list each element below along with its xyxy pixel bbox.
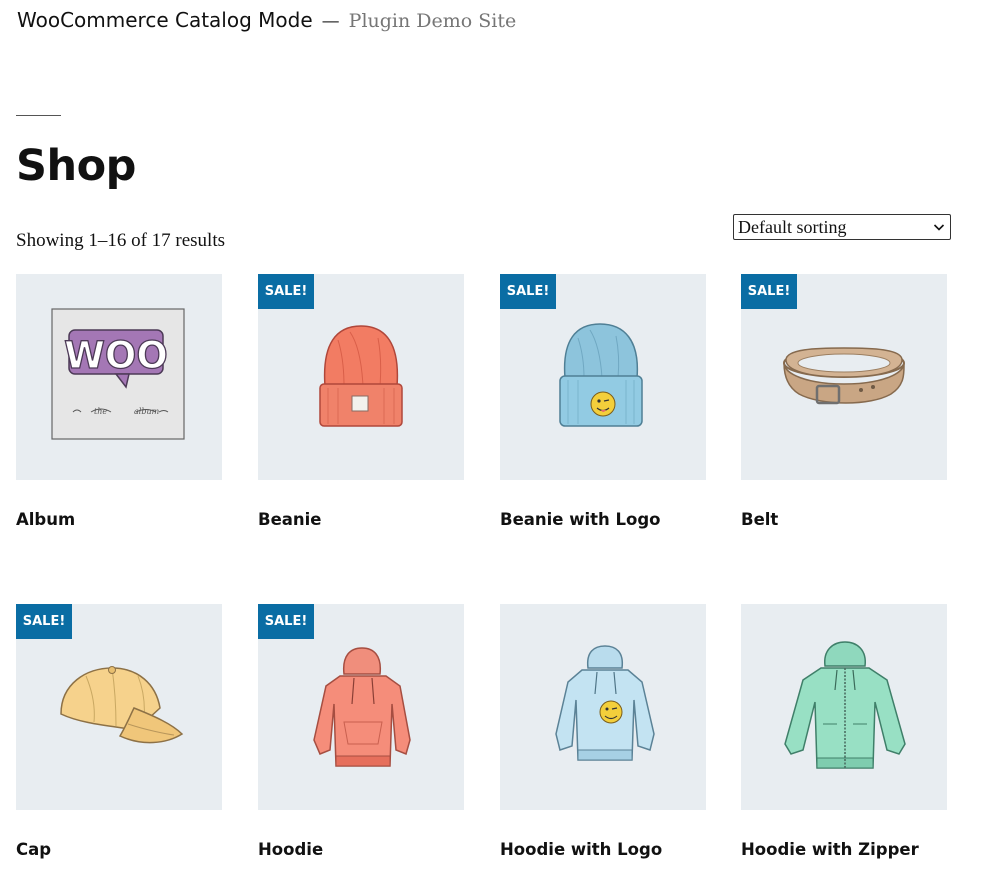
product-thumbnail[interactable]	[500, 604, 706, 810]
product-thumbnail[interactable]: SALE!	[258, 274, 464, 480]
product-thumbnail[interactable]: SALE!	[500, 274, 706, 480]
product-thumbnail[interactable]	[741, 604, 947, 810]
page-title: Shop	[16, 141, 136, 191]
product-thumbnail[interactable]: SALE!	[16, 604, 222, 810]
hoodie-logo-icon	[555, 645, 655, 761]
site-branding: WooCommerce Catalog Mode — Plugin Demo S…	[17, 8, 516, 36]
product-title[interactable]: Hoodie with Logo	[500, 840, 662, 859]
product-title[interactable]: Belt	[741, 510, 778, 529]
sort-select[interactable]: Default sorting	[733, 214, 951, 240]
sale-badge: SALE!	[16, 604, 72, 639]
product-title[interactable]: Hoodie	[258, 840, 323, 859]
sort-selected-value: Default sorting	[738, 216, 847, 237]
sale-badge: SALE!	[500, 274, 556, 309]
sale-badge: SALE!	[741, 274, 797, 309]
chevron-down-icon	[933, 224, 945, 231]
product-card-beanie-with-logo[interactable]: SALE! Beanie with Logo	[500, 274, 706, 529]
result-count: Showing 1–16 of 17 results	[16, 230, 225, 251]
svg-text:the: the	[94, 407, 107, 416]
product-card-belt[interactable]: SALE! Belt	[741, 274, 947, 529]
sale-badge: SALE!	[258, 604, 314, 639]
product-thumbnail[interactable]: WOO the album	[16, 274, 222, 480]
title-divider	[16, 115, 61, 116]
product-thumbnail[interactable]: SALE!	[741, 274, 947, 480]
site-description: Plugin Demo Site	[348, 10, 517, 32]
site-title-link[interactable]: WooCommerce Catalog Mode	[17, 8, 313, 32]
sale-badge: SALE!	[258, 274, 314, 309]
album-icon: WOO the album	[51, 308, 185, 440]
product-card-album[interactable]: WOO the album Album	[16, 274, 222, 529]
product-card-cap[interactable]: SALE! Cap	[16, 604, 222, 859]
svg-text:WOO: WOO	[64, 334, 168, 377]
product-card-hoodie[interactable]: SALE! Hoodie	[258, 604, 464, 859]
product-title[interactable]: Cap	[16, 840, 51, 859]
product-card-hoodie-with-zipper[interactable]: Hoodie with Zipper	[741, 604, 947, 859]
product-card-beanie[interactable]: SALE! Beanie	[258, 274, 464, 529]
product-title[interactable]: Album	[16, 510, 75, 529]
hoodie-zipper-icon	[784, 641, 906, 769]
product-title[interactable]: Beanie	[258, 510, 322, 529]
product-title[interactable]: Beanie with Logo	[500, 510, 661, 529]
title-separator: —	[321, 11, 340, 32]
product-title[interactable]: Hoodie with Zipper	[741, 840, 919, 859]
product-card-hoodie-with-logo[interactable]: Hoodie with Logo	[500, 604, 706, 859]
product-thumbnail[interactable]: SALE!	[258, 604, 464, 810]
svg-text:album: album	[134, 407, 160, 416]
